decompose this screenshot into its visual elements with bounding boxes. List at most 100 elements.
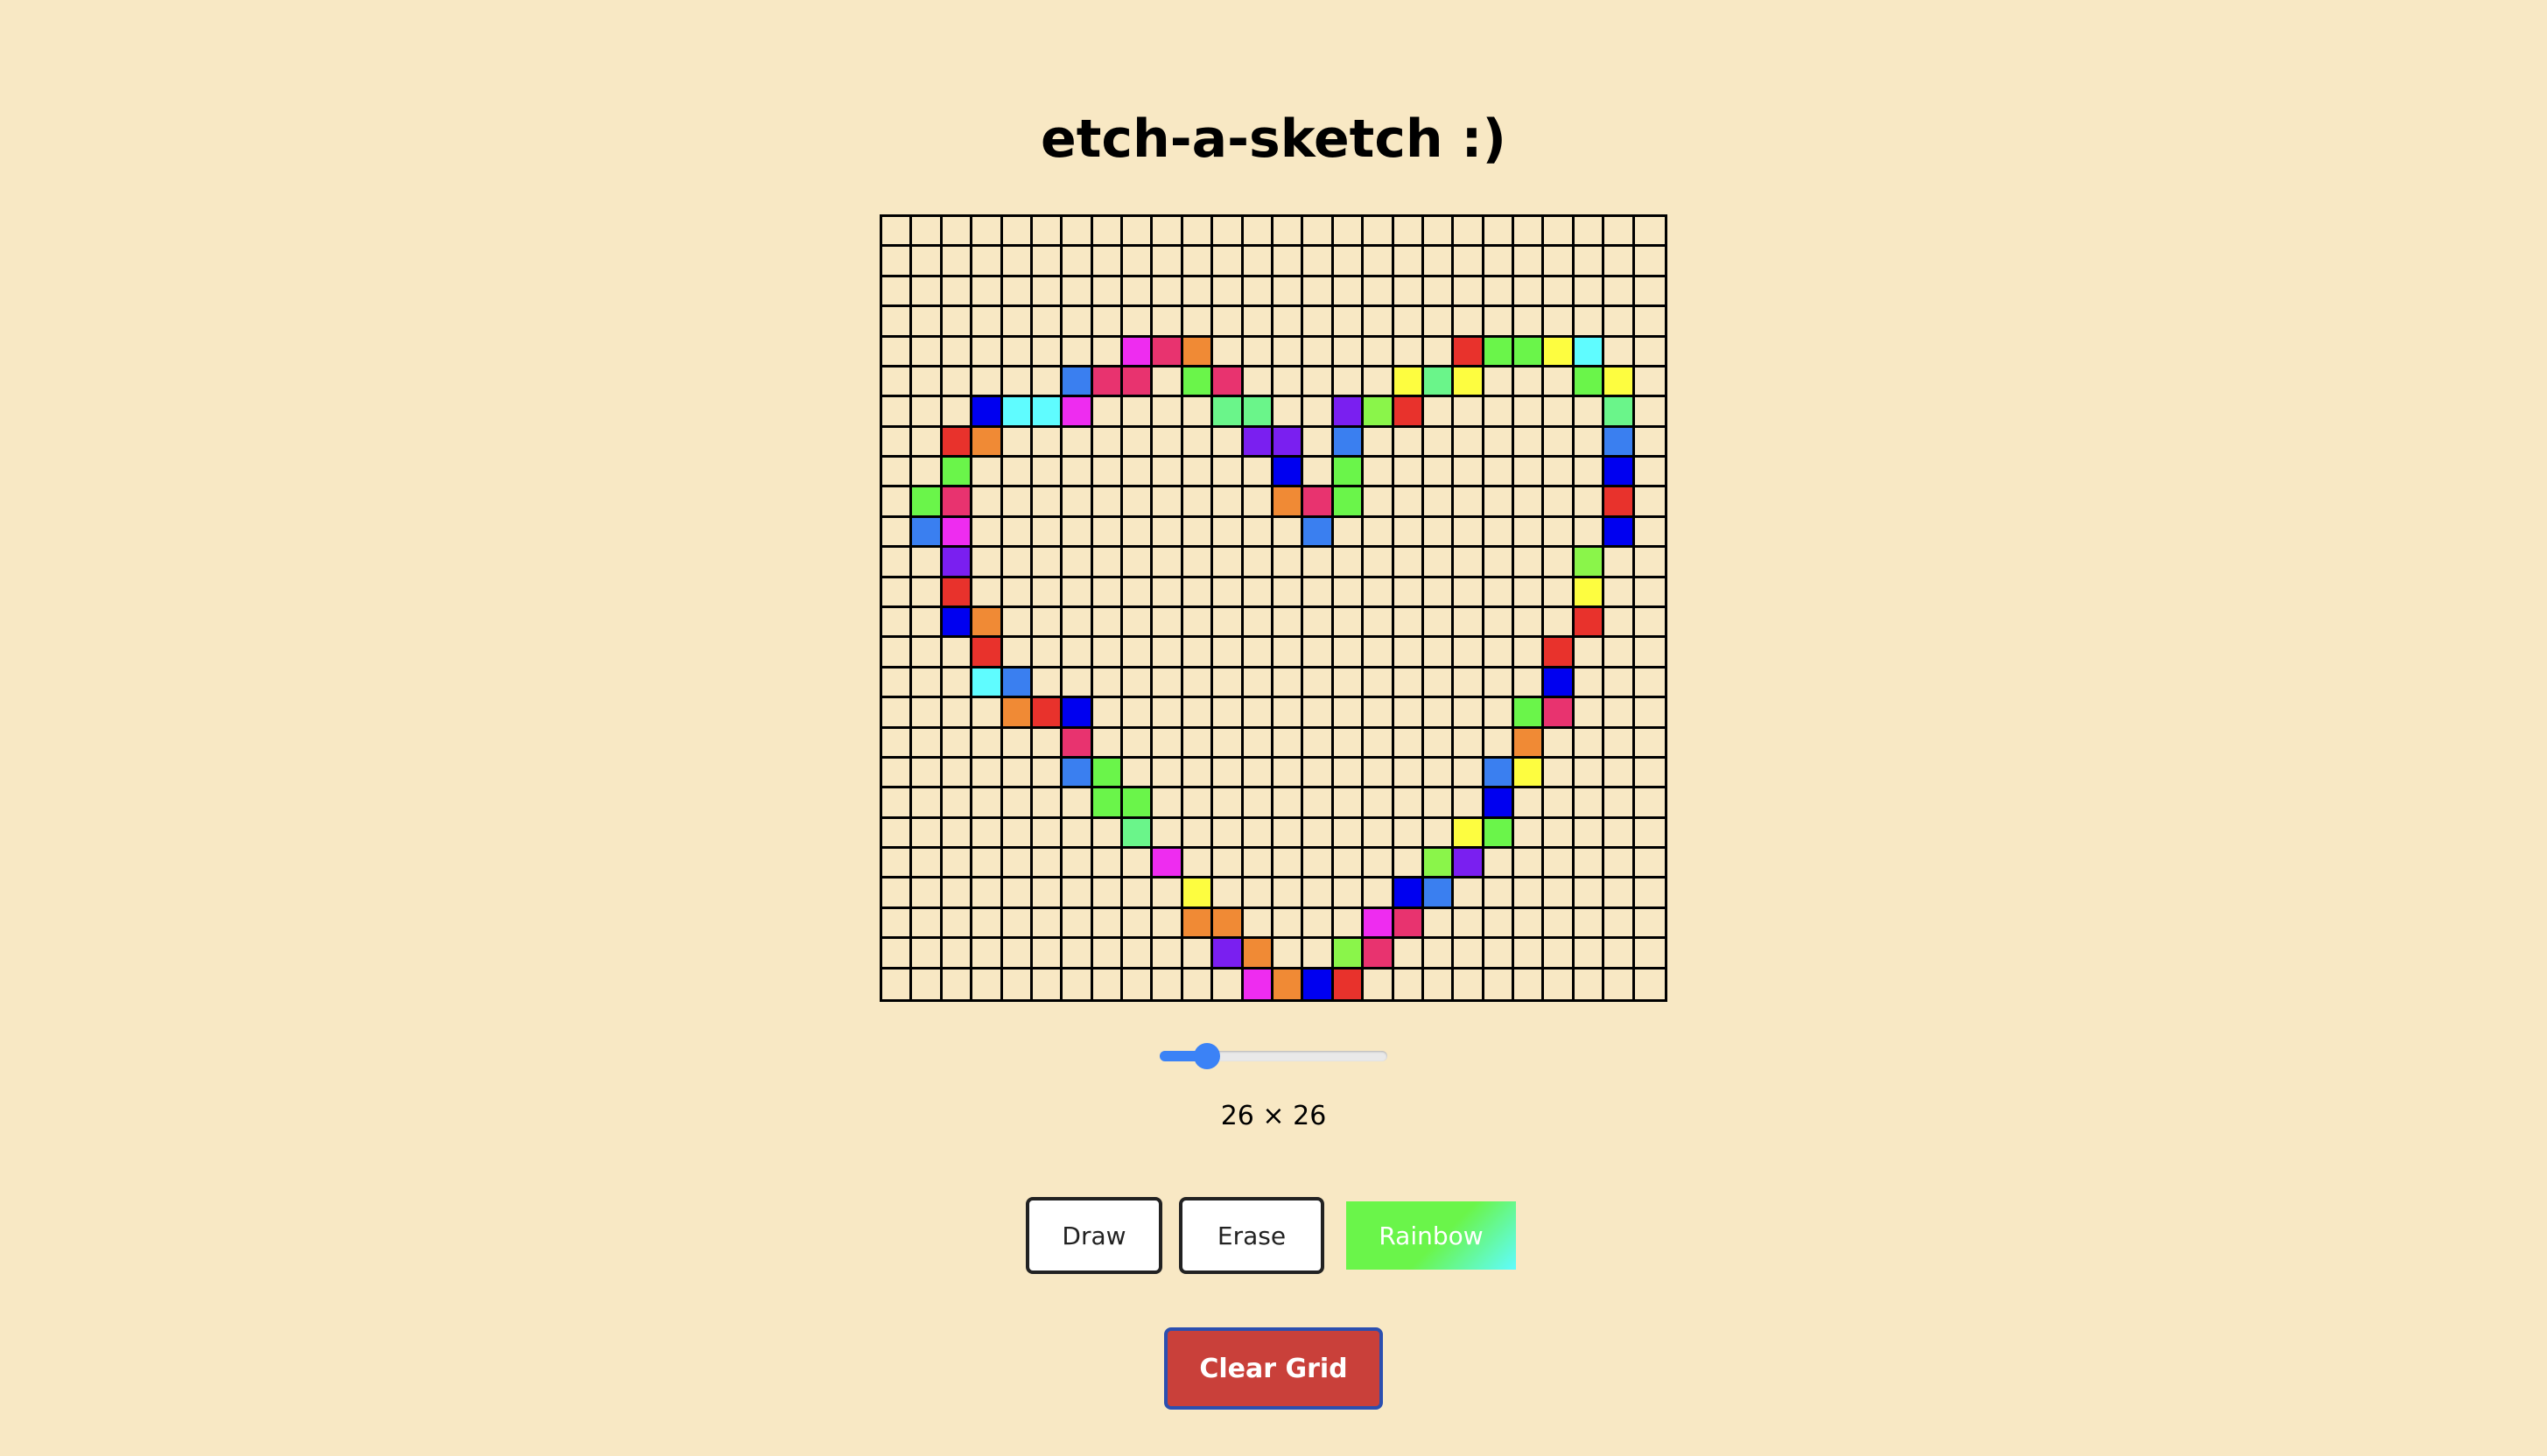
- grid-cell[interactable]: [1243, 939, 1274, 970]
- grid-cell[interactable]: [1604, 307, 1635, 338]
- grid-cell[interactable]: [1364, 548, 1394, 578]
- grid-cell[interactable]: [1634, 759, 1665, 789]
- grid-cell[interactable]: [1364, 217, 1394, 248]
- grid-cell[interactable]: [882, 698, 913, 729]
- grid-cell[interactable]: [1333, 548, 1365, 578]
- grid-cell[interactable]: [1454, 217, 1484, 248]
- grid-cell[interactable]: [1393, 487, 1424, 518]
- grid-cell[interactable]: [1063, 397, 1093, 428]
- grid-cell[interactable]: [972, 638, 1003, 668]
- grid-cell[interactable]: [1544, 758, 1575, 789]
- grid-cell[interactable]: [1063, 698, 1093, 729]
- grid-cell[interactable]: [1002, 939, 1033, 970]
- grid-cell[interactable]: [1634, 428, 1665, 458]
- grid-cell[interactable]: [1333, 908, 1365, 940]
- draw-button[interactable]: Draw: [1026, 1197, 1162, 1274]
- grid-cell[interactable]: [1092, 788, 1124, 819]
- grid-cell[interactable]: [1634, 548, 1665, 578]
- grid-cell[interactable]: [1243, 788, 1274, 819]
- grid-cell[interactable]: [1153, 939, 1183, 970]
- grid-cell[interactable]: [1182, 458, 1214, 488]
- grid-cell[interactable]: [1544, 788, 1575, 819]
- grid-cell[interactable]: [1303, 247, 1334, 277]
- grid-cell[interactable]: [1333, 487, 1365, 518]
- grid-cell[interactable]: [1274, 728, 1304, 759]
- grid-cell[interactable]: [1303, 487, 1334, 518]
- grid-cell[interactable]: [1182, 397, 1214, 428]
- grid-cell[interactable]: [1182, 548, 1214, 578]
- grid-cell[interactable]: [912, 517, 943, 549]
- grid-cell[interactable]: [1182, 427, 1214, 458]
- grid-cell[interactable]: [972, 969, 1003, 999]
- grid-cell[interactable]: [1063, 337, 1093, 368]
- grid-cell[interactable]: [1544, 668, 1575, 699]
- grid-cell[interactable]: [942, 849, 973, 879]
- grid-cell[interactable]: [1182, 578, 1214, 608]
- grid-cell[interactable]: [882, 878, 913, 909]
- grid-cell[interactable]: [882, 608, 913, 639]
- grid-cell[interactable]: [912, 578, 943, 608]
- grid-cell[interactable]: [1514, 427, 1545, 458]
- grid-cell[interactable]: [1574, 878, 1605, 909]
- grid-cell[interactable]: [1243, 578, 1274, 608]
- grid-cell[interactable]: [1243, 668, 1274, 699]
- grid-cell[interactable]: [1454, 427, 1484, 458]
- grid-cell[interactable]: [1303, 367, 1334, 398]
- grid-cell[interactable]: [1423, 849, 1455, 879]
- grid-cell[interactable]: [1423, 608, 1455, 639]
- grid-cell[interactable]: [1454, 247, 1484, 277]
- grid-cell[interactable]: [912, 969, 943, 999]
- grid-cell[interactable]: [1213, 668, 1244, 699]
- grid-cell[interactable]: [972, 307, 1003, 338]
- grid-cell[interactable]: [1213, 578, 1244, 608]
- grid-cell[interactable]: [1604, 788, 1635, 819]
- grid-cell[interactable]: [1002, 517, 1033, 549]
- grid-cell[interactable]: [942, 758, 973, 789]
- grid-cell[interactable]: [1274, 307, 1304, 338]
- grid-cell[interactable]: [1063, 758, 1093, 789]
- erase-button[interactable]: Erase: [1179, 1197, 1324, 1274]
- grid-cell[interactable]: [1604, 397, 1635, 428]
- grid-cell[interactable]: [1153, 668, 1183, 699]
- grid-cell[interactable]: [1574, 608, 1605, 639]
- grid-cell[interactable]: [912, 758, 943, 789]
- grid-cell[interactable]: [1092, 908, 1124, 940]
- grid-cell[interactable]: [1182, 878, 1214, 909]
- grid-cell[interactable]: [1634, 247, 1665, 277]
- grid-cell[interactable]: [1604, 548, 1635, 578]
- grid-cell[interactable]: [912, 698, 943, 729]
- grid-cell[interactable]: [1454, 487, 1484, 518]
- grid-cell[interactable]: [1063, 517, 1093, 549]
- grid-cell[interactable]: [1274, 818, 1304, 850]
- grid-cell[interactable]: [1153, 638, 1183, 668]
- grid-cell[interactable]: [1123, 427, 1154, 458]
- grid-cell[interactable]: [942, 608, 973, 639]
- grid-cell[interactable]: [1514, 517, 1545, 549]
- grid-cell[interactable]: [1063, 247, 1093, 277]
- grid-cell[interactable]: [1333, 818, 1365, 850]
- grid-cell[interactable]: [1634, 849, 1665, 879]
- grid-cell[interactable]: [1303, 668, 1334, 699]
- grid-cell[interactable]: [1274, 247, 1304, 277]
- grid-cell[interactable]: [1243, 458, 1274, 488]
- grid-cell[interactable]: [1303, 849, 1334, 879]
- grid-cell[interactable]: [912, 818, 943, 850]
- grid-cell[interactable]: [1393, 758, 1424, 789]
- grid-cell[interactable]: [1243, 217, 1274, 248]
- grid-cell[interactable]: [1454, 337, 1484, 368]
- grid-cell[interactable]: [1274, 758, 1304, 789]
- grid-cell[interactable]: [1364, 487, 1394, 518]
- grid-cell[interactable]: [1544, 427, 1575, 458]
- grid-cell[interactable]: [912, 247, 943, 277]
- grid-cell[interactable]: [1063, 668, 1093, 699]
- grid-cell[interactable]: [1153, 548, 1183, 578]
- grid-cell[interactable]: [912, 397, 943, 428]
- grid-cell[interactable]: [1574, 849, 1605, 879]
- grid-cell[interactable]: [1634, 729, 1665, 759]
- grid-cell[interactable]: [1063, 217, 1093, 248]
- grid-cell[interactable]: [1092, 758, 1124, 789]
- grid-cell[interactable]: [1423, 939, 1455, 970]
- grid-cell[interactable]: [972, 217, 1003, 248]
- grid-cell[interactable]: [972, 517, 1003, 549]
- grid-cell[interactable]: [1514, 908, 1545, 940]
